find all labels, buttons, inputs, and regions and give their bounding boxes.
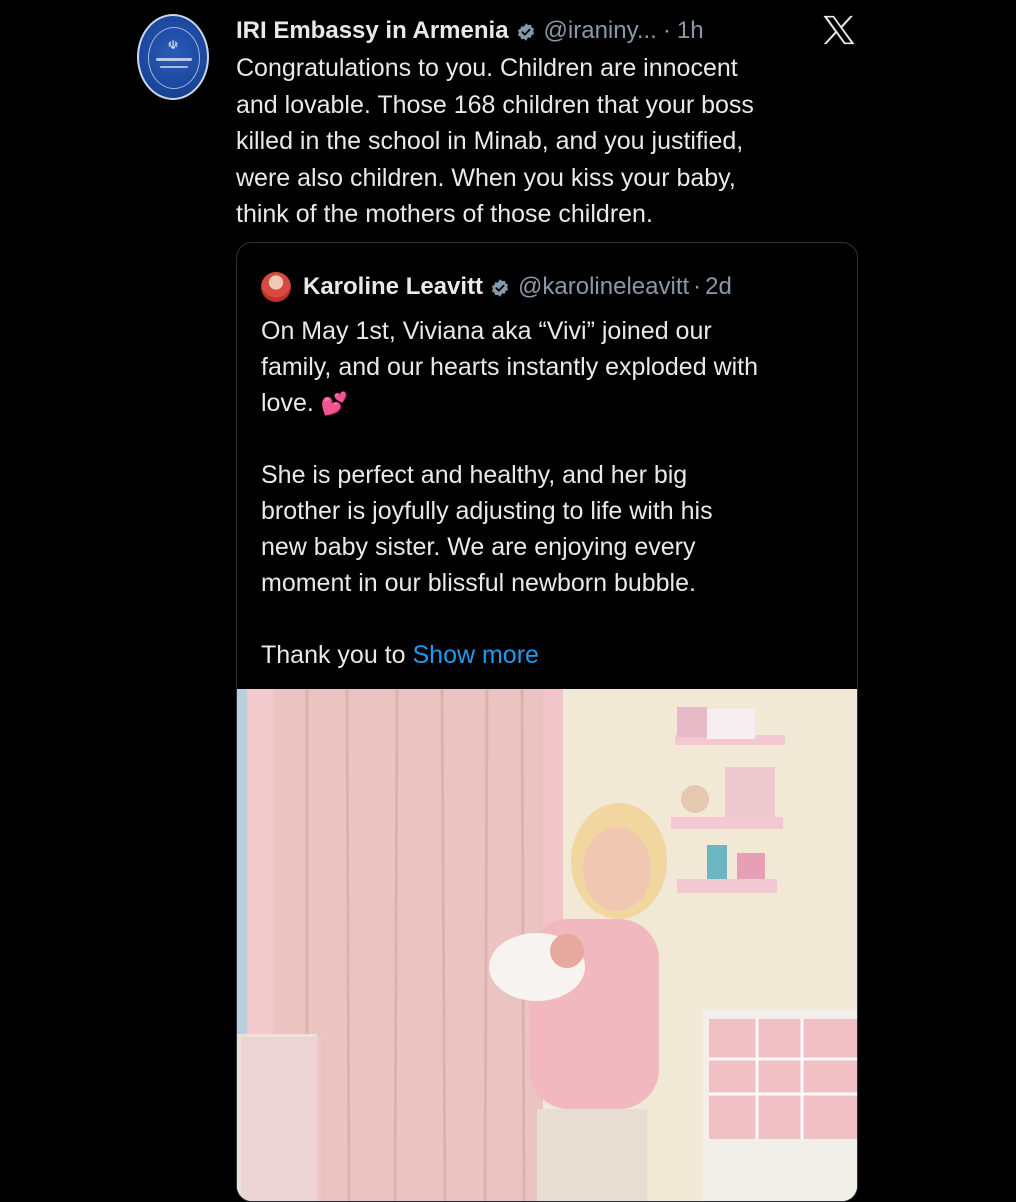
verified-badge-icon — [491, 279, 509, 297]
avatar-seal-script — [156, 58, 192, 61]
avatar-seal-script — [160, 66, 188, 68]
tweet-photo[interactable] — [237, 689, 857, 1201]
tweet-header: IRI Embassy in Armenia @iraniny... · 1h — [236, 14, 704, 48]
quoted-tweet-body: On May 1st, Viviana aka “Vivi” joined ou… — [261, 313, 841, 673]
tweet-timestamp[interactable]: 1h — [677, 17, 704, 45]
tweet-text-line: Congratulations to you. Children are inn… — [236, 54, 738, 82]
header-separator: · — [693, 273, 702, 300]
quoted-text-line: Thank you to Show more — [261, 637, 841, 673]
tweet-text-line: killed in the school in Minab, and you j… — [236, 127, 744, 155]
quoted-author-name[interactable]: Karoline Leavitt — [303, 273, 483, 301]
header-separator: · — [662, 17, 671, 44]
quoted-author-avatar[interactable] — [261, 272, 291, 302]
verified-badge-icon — [517, 23, 534, 41]
quoted-text-line: love. 💕 — [261, 385, 841, 421]
quoted-author-handle[interactable]: @karolineleavitt — [518, 273, 689, 301]
tweet-text-line: were also children. When you kiss your b… — [236, 163, 736, 192]
tweet-text-line: think of the mothers of those children. — [236, 200, 653, 228]
tweet-text-line: and lovable. Those 168 children that you… — [236, 90, 754, 119]
quoted-text-line: On May 1st, Viviana aka “Vivi” joined ou… — [261, 317, 712, 345]
tweet-author-name[interactable]: IRI Embassy in Armenia — [236, 17, 509, 45]
embassy-avatar[interactable]: ☫ — [137, 14, 209, 100]
quoted-tweet-header: Karoline Leavitt @karolineleavitt · 2d — [261, 269, 732, 305]
nursery-photo-illustration — [237, 689, 857, 1201]
tweet-body: Congratulations to you. Children are inn… — [236, 50, 836, 233]
tweet-author-handle[interactable]: @iraniny... — [544, 17, 657, 45]
quoted-text-fragment: love. — [261, 389, 314, 417]
quoted-tweet-timestamp[interactable]: 2d — [705, 273, 732, 301]
quoted-text-line: She is perfect and healthy, and her big — [261, 461, 688, 489]
quoted-tweet-card[interactable]: Karoline Leavitt @karolineleavitt · 2d O… — [236, 242, 858, 1202]
quoted-text-line: new baby sister. We are enjoying every — [261, 533, 696, 561]
quoted-text-line: family, and our hearts instantly explode… — [261, 353, 759, 381]
x-logo-icon[interactable] — [822, 14, 856, 46]
avatar-emblem-icon: ☫ — [167, 38, 179, 52]
quoted-text-line: moment in our blissful newborn bubble. — [261, 569, 696, 597]
show-more-link[interactable]: Show more — [412, 641, 538, 669]
quoted-text-fragment: Thank you to — [261, 641, 406, 669]
quoted-text-line: brother is joyfully adjusting to life wi… — [261, 497, 713, 525]
two-hearts-emoji: 💕 — [320, 391, 349, 416]
